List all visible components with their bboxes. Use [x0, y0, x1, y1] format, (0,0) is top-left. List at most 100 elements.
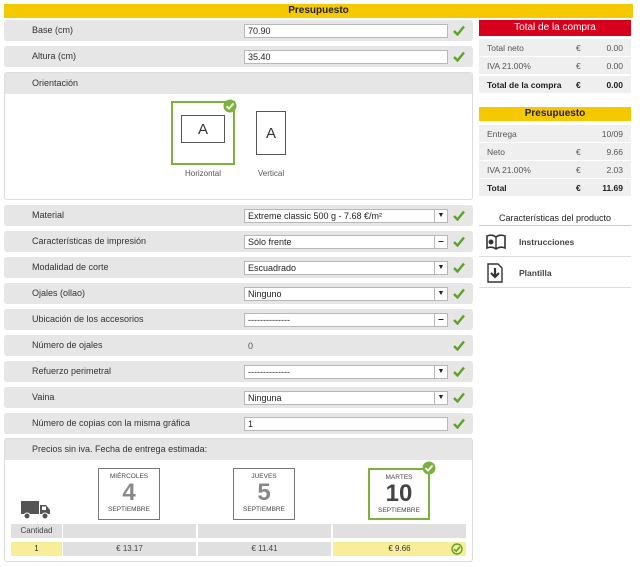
vaina-label: Vaina [32, 392, 55, 402]
currency-symbol: € [576, 183, 581, 193]
summary-value: 2.03 [606, 165, 623, 175]
summary-value: 11.69 [602, 183, 623, 193]
plantilla-link[interactable]: Plantilla [479, 258, 631, 288]
date-day: 10 [385, 480, 413, 507]
altura-input[interactable]: 35.40 [244, 50, 448, 64]
orientation-horizontal-letter: A [181, 115, 225, 143]
currency-symbol: € [576, 61, 581, 71]
orientation-panel: Orientación A Horizontal A Vertical [4, 72, 473, 200]
date-day: 4 [122, 479, 136, 506]
grid-header-cell [333, 524, 466, 538]
summary-row: IVA 21.00% € 2.03 [479, 161, 631, 179]
base-label: Base (cm) [32, 25, 74, 35]
altura-row: Altura (cm) 35.40 [4, 46, 473, 67]
chevron-down-icon: ▼ [434, 366, 447, 378]
summary-label: Total de la compra [487, 80, 562, 90]
ojales-label: Ojales (ollao) [32, 288, 86, 298]
currency-symbol: € [576, 43, 581, 53]
impresion-value: Sólo frente [248, 237, 292, 247]
currency-symbol: € [576, 147, 581, 157]
check-icon [453, 262, 465, 273]
orientation-vertical-option[interactable]: A [256, 111, 286, 155]
impresion-row: Características de impresión Sólo frente… [4, 231, 473, 252]
material-select[interactable]: Extreme classic 500 g - 7.68 €/m² ▼ [244, 209, 448, 223]
ojales-select[interactable]: Ninguno ▼ [244, 287, 448, 301]
vaina-value: Ninguna [248, 393, 282, 403]
price-cell[interactable]: € 13.17 [63, 542, 196, 556]
refuerzo-select[interactable]: -------------- ▼ [244, 365, 448, 379]
book-icon [486, 234, 506, 250]
vaina-select[interactable]: Ninguna ▼ [244, 391, 448, 405]
delivery-panel: Precios sin iva. Fecha de entrega estima… [4, 438, 473, 562]
vaina-row: Vaina Ninguna ▼ [4, 387, 473, 408]
delivery-date-option-selected[interactable]: MARTES 10 SEPTIEMBRE [368, 468, 430, 520]
summary-label: Total [487, 183, 507, 193]
summary-total-row: Total € 11.69 [479, 179, 631, 197]
delivery-date-option[interactable]: JUEVES 5 SEPTIEMBRE [233, 468, 295, 520]
delivery-date-option[interactable]: MIÉRCOLES 4 SEPTIEMBRE [98, 468, 160, 520]
chevron-down-icon: ▼ [434, 210, 447, 222]
orientation-vertical-caption: Vertical [257, 169, 285, 178]
material-row: Material Extreme classic 500 g - 7.68 €/… [4, 205, 473, 226]
selected-check-icon [451, 543, 463, 555]
download-icon [487, 263, 503, 283]
material-value: Extreme classic 500 g - 7.68 €/m² [248, 211, 383, 221]
selected-check-icon [422, 461, 436, 475]
price-cell[interactable]: € 11.41 [198, 542, 331, 556]
summary-value: 10/09 [601, 129, 623, 139]
altura-label: Altura (cm) [32, 51, 77, 61]
summary-row: Total neto € 0.00 [479, 39, 631, 57]
summary-label: Total neto [487, 43, 524, 53]
price-cell-selected[interactable]: € 9.66 [333, 542, 466, 556]
ubicacion-select[interactable]: -------------- – [244, 313, 448, 327]
check-icon [453, 210, 465, 221]
instrucciones-link[interactable]: Instrucciones [479, 227, 631, 257]
ubicacion-label: Ubicación de los accesorios [32, 314, 144, 324]
summary-value: 9.66 [606, 147, 623, 157]
check-icon [453, 288, 465, 299]
summary-row: Neto € 9.66 [479, 143, 631, 161]
corte-label: Modalidad de corte [32, 262, 109, 272]
grid-header-cell [198, 524, 331, 538]
summary-value: 0.00 [606, 80, 623, 90]
ojales-row: Ojales (ollao) Ninguno ▼ [4, 283, 473, 304]
total-compra-title: Total de la compra [479, 20, 631, 36]
check-icon [453, 25, 465, 36]
copias-row: Número de copias con la misma gráfica 1 [4, 413, 473, 434]
currency-symbol: € [576, 165, 581, 175]
numero-ojales-row: Número de ojales 0 [4, 335, 473, 356]
date-month: SEPTIEMBRE [243, 506, 285, 513]
date-month: SEPTIEMBRE [378, 507, 420, 514]
page-header: Presupuesto [4, 4, 633, 18]
summary-total-row: Total de la compra € 0.00 [479, 76, 631, 94]
quantity-header: Cantidad [11, 524, 62, 538]
refuerzo-row: Refuerzo perimetral -------------- ▼ [4, 361, 473, 382]
summary-label: Neto [487, 147, 505, 157]
caracteristicas-title: Características del producto [479, 210, 631, 226]
summary-row: IVA 21.00% € 0.00 [479, 57, 631, 75]
impresion-select[interactable]: Sólo frente – [244, 235, 448, 249]
chevron-down-icon: ▼ [434, 288, 447, 300]
ubicacion-value: -------------- [248, 315, 290, 325]
material-label: Material [32, 210, 65, 220]
check-icon [453, 366, 465, 377]
numero-ojales-label: Número de ojales [32, 340, 103, 350]
base-row: Base (cm) 70.90 [4, 20, 473, 41]
summary-label: Entrega [487, 129, 517, 139]
currency-symbol: € [576, 80, 581, 90]
summary-label: IVA 21.00% [487, 61, 531, 71]
orientation-label: Orientación [5, 73, 472, 94]
base-input[interactable]: 70.90 [244, 24, 448, 38]
corte-row: Modalidad de corte Escuadrado ▼ [4, 257, 473, 278]
refuerzo-label: Refuerzo perimetral [32, 366, 112, 376]
date-month: SEPTIEMBRE [108, 506, 150, 513]
check-icon [453, 236, 465, 247]
corte-select[interactable]: Escuadrado ▼ [244, 261, 448, 275]
truck-icon [21, 501, 50, 520]
ubicacion-row: Ubicación de los accesorios ------------… [4, 309, 473, 330]
copias-input[interactable]: 1 [244, 417, 448, 431]
summary-label: IVA 21.00% [487, 165, 531, 175]
check-icon [453, 340, 465, 351]
minus-icon: – [434, 236, 447, 248]
impresion-label: Características de impresión [32, 236, 147, 246]
